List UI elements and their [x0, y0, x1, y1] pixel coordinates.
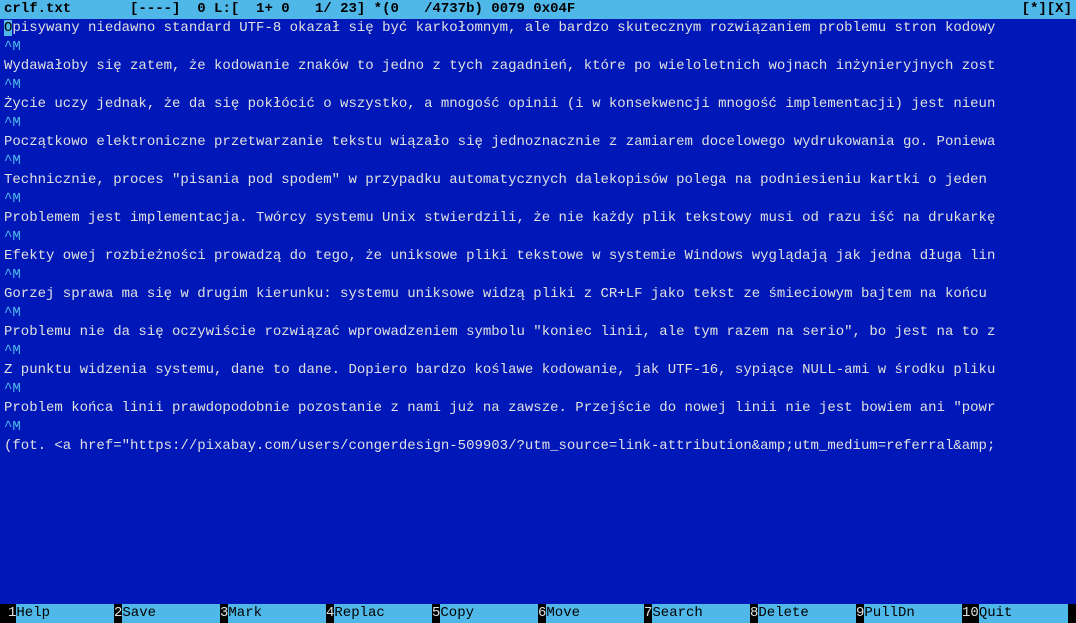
menu-number: 6: [538, 604, 546, 623]
editor-line[interactable]: (fot. <a href="https://pixabay.com/users…: [4, 437, 1072, 456]
menu-item-delete[interactable]: 8Delete: [750, 604, 856, 623]
menu-number: 4: [326, 604, 334, 623]
control-char: ^M: [4, 77, 21, 93]
editor-area[interactable]: Opisywany niedawno standard UTF-8 okazał…: [0, 19, 1076, 604]
editor-line[interactable]: Z punktu widzenia systemu, dane to dane.…: [4, 361, 1072, 380]
editor-line[interactable]: ^M: [4, 418, 1072, 437]
menu-item-mark[interactable]: 3Mark: [220, 604, 326, 623]
editor-line[interactable]: ^M: [4, 304, 1072, 323]
control-char: ^M: [4, 115, 21, 131]
menu-item-pulldn[interactable]: 9PullDn: [856, 604, 962, 623]
control-char: ^M: [4, 153, 21, 169]
menu-item-help[interactable]: 1Help: [8, 604, 114, 623]
menu-number: 8: [750, 604, 758, 623]
editor-line[interactable]: Efekty owej rozbieżności prowadzą do teg…: [4, 247, 1072, 266]
editor-line[interactable]: ^M: [4, 190, 1072, 209]
control-char: ^M: [4, 381, 21, 397]
control-char: ^M: [4, 267, 21, 283]
menu-label: Search: [652, 604, 750, 623]
menu-number: 9: [856, 604, 864, 623]
menu-number: 5: [432, 604, 440, 623]
menu-number: 10: [962, 604, 979, 623]
menu-item-save[interactable]: 2Save: [114, 604, 220, 623]
editor-line[interactable]: Problem końca linii prawdopodobnie pozos…: [4, 399, 1072, 418]
menu-label: Save: [122, 604, 220, 623]
editor-line[interactable]: Życie uczy jednak, że da się pokłócić o …: [4, 95, 1072, 114]
menu-label: Replac: [334, 604, 432, 623]
control-char: ^M: [4, 305, 21, 321]
editor-line[interactable]: Technicznie, proces "pisania pod spodem"…: [4, 171, 1072, 190]
title-right[interactable]: [*][X]: [1022, 0, 1072, 19]
menu-label: Mark: [228, 604, 326, 623]
title-left: crlf.txt [----] 0 L:[ 1+ 0 1/ 23] *(0 /4…: [4, 0, 575, 19]
control-char: ^M: [4, 191, 21, 207]
control-char: ^M: [4, 39, 21, 55]
editor-line[interactable]: ^M: [4, 76, 1072, 95]
editor-line[interactable]: ^M: [4, 152, 1072, 171]
editor-line[interactable]: Wydawałoby się zatem, że kodowanie znakó…: [4, 57, 1072, 76]
control-char: ^M: [4, 229, 21, 245]
menu-label: Move: [546, 604, 644, 623]
menu-label: Help: [16, 604, 114, 623]
editor-line[interactable]: Problemu nie da się oczywiście rozwiązać…: [4, 323, 1072, 342]
function-key-bar: 1Help2Save3Mark4Replac5Copy6Move7Search8…: [0, 604, 1076, 623]
menu-label: Delete: [758, 604, 856, 623]
editor-line[interactable]: Początkowo elektroniczne przetwarzanie t…: [4, 133, 1072, 152]
menu-item-copy[interactable]: 5Copy: [432, 604, 538, 623]
editor-line[interactable]: Gorzej sprawa ma się w drugim kierunku: …: [4, 285, 1072, 304]
title-bar: crlf.txt [----] 0 L:[ 1+ 0 1/ 23] *(0 /4…: [0, 0, 1076, 19]
menu-label: Copy: [440, 604, 538, 623]
editor-line[interactable]: ^M: [4, 266, 1072, 285]
menu-number: 3: [220, 604, 228, 623]
menu-item-move[interactable]: 6Move: [538, 604, 644, 623]
cursor: O: [4, 20, 12, 36]
editor-line[interactable]: ^M: [4, 228, 1072, 247]
menu-number: 1: [8, 604, 16, 623]
editor-line[interactable]: ^M: [4, 38, 1072, 57]
menu-item-quit[interactable]: 10Quit: [962, 604, 1068, 623]
control-char: ^M: [4, 343, 21, 359]
editor-line[interactable]: ^M: [4, 380, 1072, 399]
control-char: ^M: [4, 419, 21, 435]
editor-line[interactable]: ^M: [4, 114, 1072, 133]
editor-line[interactable]: Problemem jest implementacja. Twórcy sys…: [4, 209, 1072, 228]
editor-line[interactable]: ^M: [4, 342, 1072, 361]
menu-item-replac[interactable]: 4Replac: [326, 604, 432, 623]
menu-item-search[interactable]: 7Search: [644, 604, 750, 623]
editor-line[interactable]: Opisywany niedawno standard UTF-8 okazał…: [4, 19, 1072, 38]
menu-number: 2: [114, 604, 122, 623]
menu-label: PullDn: [864, 604, 962, 623]
menu-label: Quit: [979, 604, 1068, 623]
menu-number: 7: [644, 604, 652, 623]
